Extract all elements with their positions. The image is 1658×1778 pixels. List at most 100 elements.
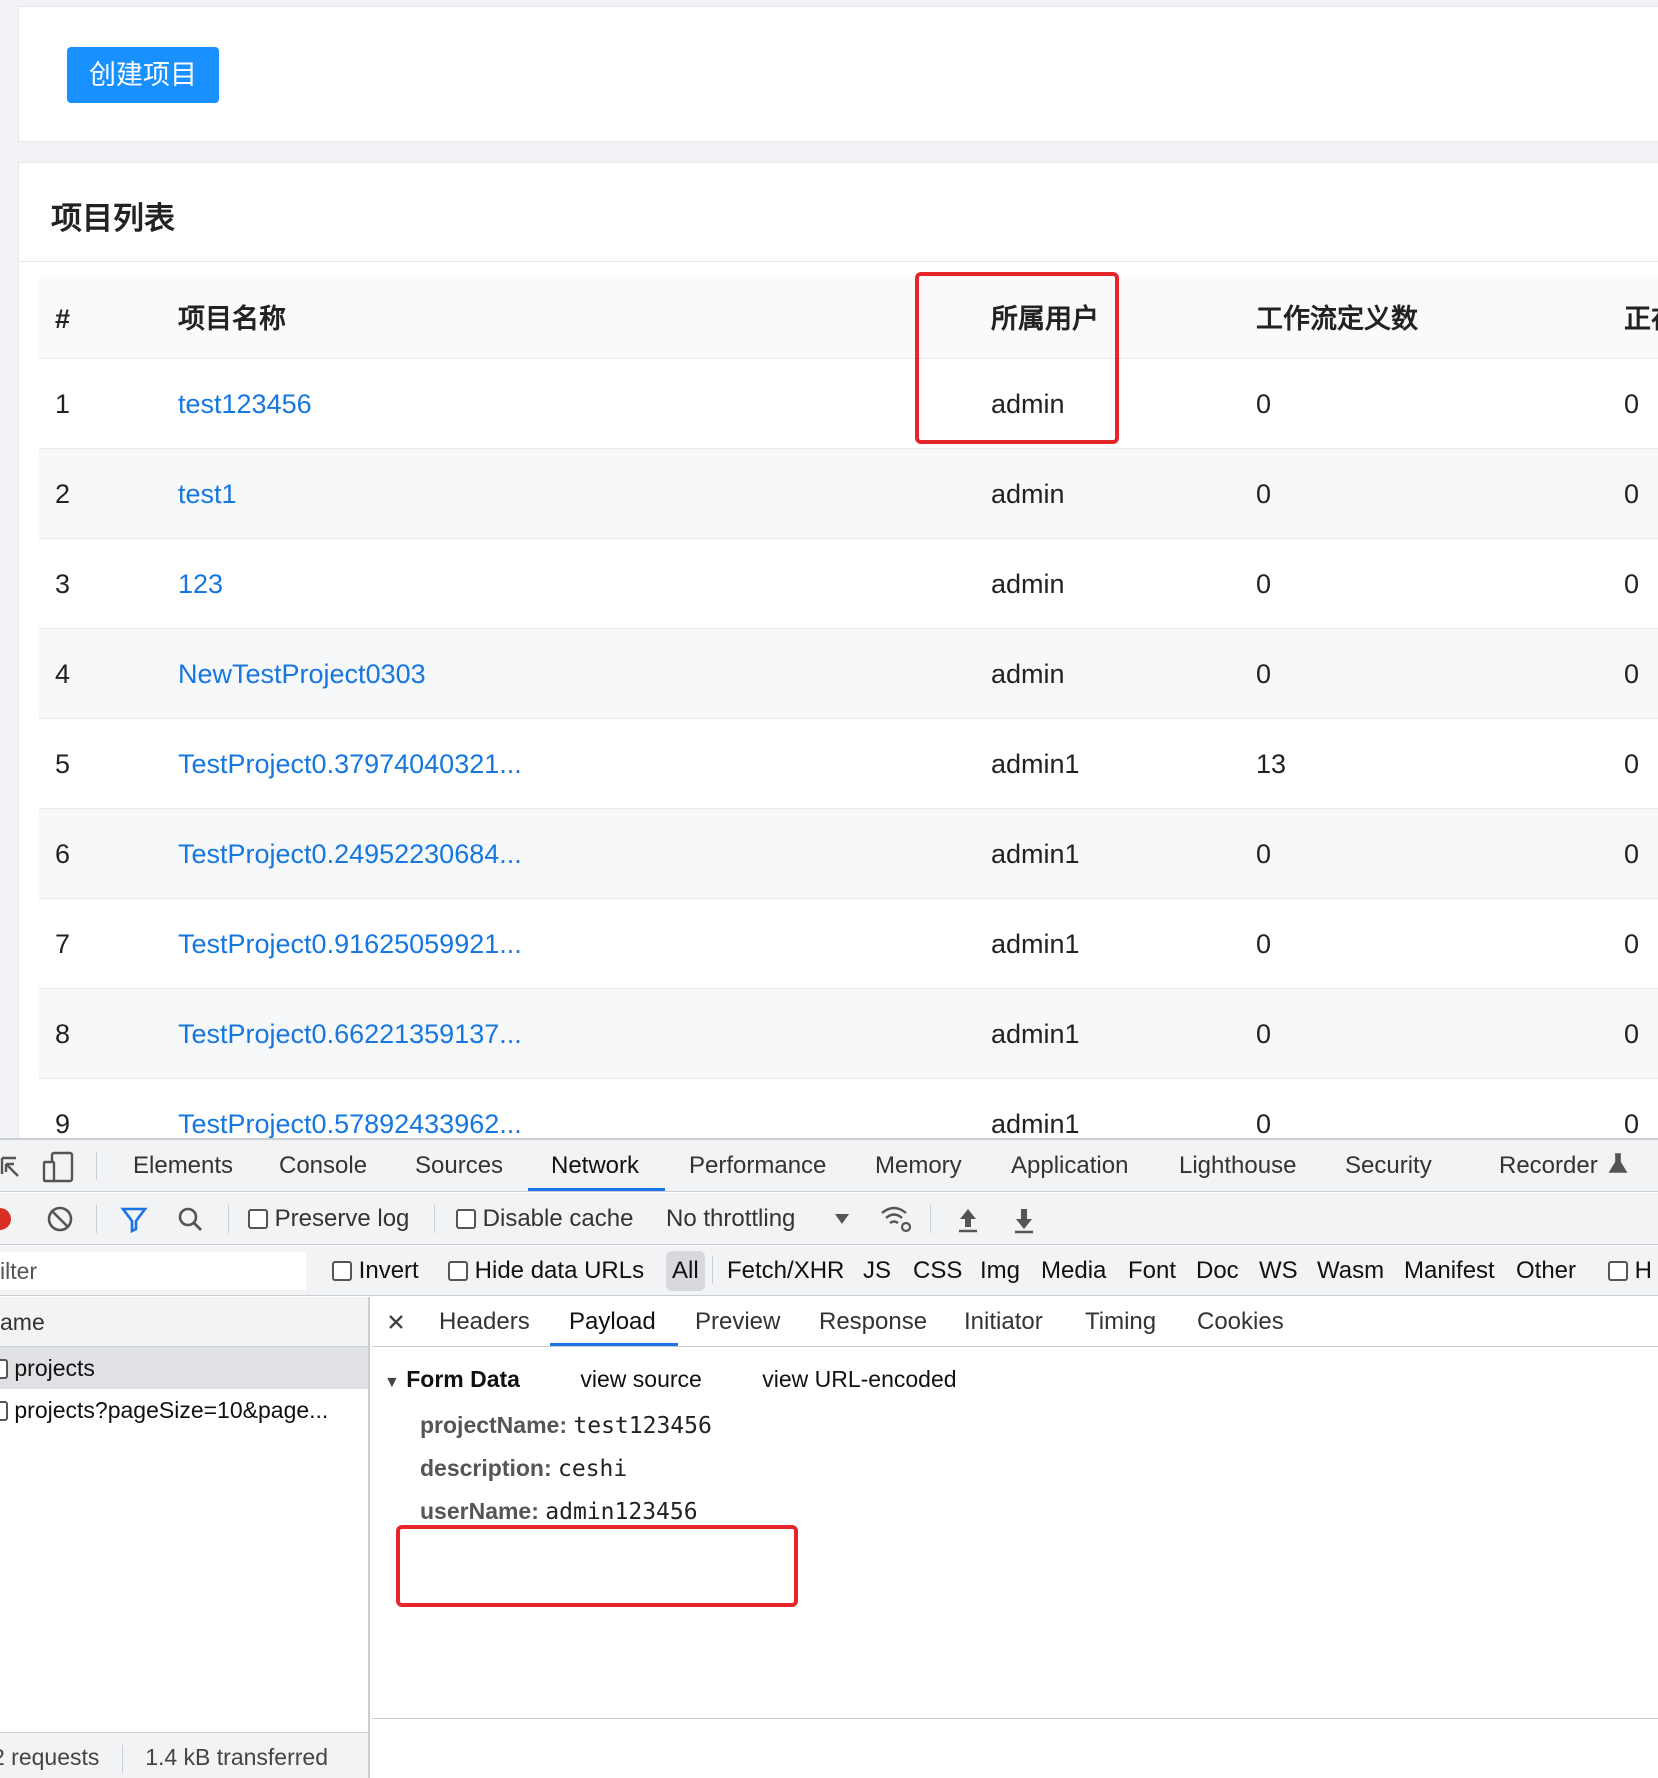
owner-user: admin1: [991, 749, 1080, 779]
filter-type-wasm[interactable]: Wasm: [1317, 1246, 1384, 1296]
running-count: 0: [1624, 479, 1640, 509]
devtools-panel: Elements Console Sources Network Perform…: [0, 1138, 1658, 1778]
view-url-encoded-link[interactable]: view URL-encoded: [762, 1366, 956, 1392]
tab-elements[interactable]: Elements: [133, 1140, 233, 1192]
owner-user: admin: [991, 479, 1065, 509]
invert-checkbox[interactable]: Invert: [332, 1246, 419, 1296]
tab-sources[interactable]: Sources: [415, 1140, 503, 1192]
network-toolbar: Preserve log Disable cache No throttling: [0, 1193, 1658, 1245]
tab-console[interactable]: Console: [279, 1140, 367, 1192]
workflow-count: 0: [1256, 659, 1272, 689]
toolbar-card: 创建项目: [18, 6, 1658, 142]
view-source-link[interactable]: view source: [580, 1366, 701, 1392]
row-index: 7: [55, 929, 71, 959]
filter-type-other[interactable]: Other: [1516, 1246, 1576, 1296]
form-data-section-header[interactable]: ▼ Form Data view source view URL-encoded: [384, 1359, 957, 1399]
request-row[interactable]: projects?pageSize=10&page...: [0, 1389, 368, 1431]
table-row: 9 TestProject0.57892433962... admin1 0 0: [39, 1079, 1658, 1138]
filter-icon[interactable]: [120, 1193, 148, 1245]
project-name-link[interactable]: TestProject0.24952230684...: [178, 809, 522, 899]
project-name-link[interactable]: test123456: [178, 359, 312, 449]
filter-type-media[interactable]: Media: [1041, 1246, 1106, 1296]
running-count: 0: [1624, 659, 1640, 689]
workflow-count: 0: [1256, 929, 1272, 959]
field-value: test123456: [573, 1413, 712, 1439]
project-name-link[interactable]: test1: [178, 449, 237, 539]
project-name-link[interactable]: TestProject0.37974040321...: [178, 719, 522, 809]
row-index: 1: [55, 389, 71, 419]
column-header-name[interactable]: ame: [0, 1297, 368, 1347]
project-name-link[interactable]: TestProject0.57892433962...: [178, 1079, 522, 1138]
filter-type-fetch-xhr[interactable]: Fetch/XHR: [727, 1246, 844, 1296]
filter-type-manifest[interactable]: Manifest: [1404, 1246, 1495, 1296]
table-row: 4 NewTestProject0303 admin 0 0: [39, 629, 1658, 719]
row-index: 2: [55, 479, 71, 509]
device-toolbar-icon[interactable]: [42, 1140, 76, 1192]
form-data-title: Form Data: [406, 1366, 520, 1392]
throttling-select[interactable]: No throttling: [666, 1193, 795, 1245]
flask-icon: [1608, 1140, 1628, 1192]
running-count: 0: [1624, 389, 1640, 419]
tab-preview[interactable]: Preview: [695, 1297, 780, 1347]
tab-timing[interactable]: Timing: [1085, 1297, 1156, 1347]
filter-input[interactable]: ilter: [0, 1252, 306, 1290]
project-name-link[interactable]: TestProject0.66221359137...: [178, 989, 522, 1079]
clear-icon[interactable]: [46, 1193, 74, 1245]
workflow-count: 13: [1256, 749, 1287, 779]
preserve-log-checkbox[interactable]: Preserve log: [248, 1193, 409, 1245]
tab-initiator[interactable]: Initiator: [964, 1297, 1043, 1347]
divider: [19, 261, 1658, 262]
export-har-icon[interactable]: [1010, 1193, 1038, 1245]
chevron-down-icon[interactable]: [832, 1193, 852, 1245]
table-row: 1 test123456 admin 0 0: [39, 359, 1658, 449]
filter-type-all[interactable]: All: [666, 1251, 705, 1291]
highlight-box-username: [396, 1525, 798, 1607]
tab-application[interactable]: Application: [1011, 1140, 1128, 1192]
hide-data-urls-checkbox[interactable]: Hide data URLs: [448, 1246, 644, 1296]
workflow-count: 0: [1256, 1019, 1272, 1049]
filter-type-font[interactable]: Font: [1128, 1246, 1176, 1296]
request-count: 2 requests: [0, 1744, 100, 1770]
project-name-link[interactable]: NewTestProject0303: [178, 629, 426, 719]
search-icon[interactable]: [176, 1193, 204, 1245]
running-count: 0: [1624, 929, 1640, 959]
close-icon[interactable]: [386, 1297, 406, 1347]
tab-network[interactable]: Network: [551, 1140, 639, 1192]
filter-type-js[interactable]: JS: [863, 1246, 891, 1296]
tab-recorder[interactable]: Recorder: [1499, 1140, 1598, 1192]
field-value: admin123456: [545, 1499, 698, 1525]
workflow-count: 0: [1256, 389, 1272, 419]
tab-performance[interactable]: Performance: [689, 1140, 826, 1192]
import-har-icon[interactable]: [954, 1193, 982, 1245]
table-row: 6 TestProject0.24952230684... admin1 0 0: [39, 809, 1658, 899]
network-conditions-icon[interactable]: [878, 1193, 914, 1245]
tab-headers[interactable]: Headers: [439, 1297, 530, 1347]
filter-type-css[interactable]: CSS: [913, 1246, 962, 1296]
tab-lighthouse[interactable]: Lighthouse: [1179, 1140, 1296, 1192]
running-count: 0: [1624, 569, 1640, 599]
field-key: projectName:: [420, 1412, 567, 1438]
workflow-count: 0: [1256, 839, 1272, 869]
row-index: 6: [55, 839, 71, 869]
project-name-link[interactable]: TestProject0.91625059921...: [178, 899, 522, 989]
request-row[interactable]: projects: [0, 1347, 368, 1389]
tab-memory[interactable]: Memory: [875, 1140, 962, 1192]
filter-type-doc[interactable]: Doc: [1196, 1246, 1239, 1296]
inspect-icon[interactable]: [0, 1140, 24, 1192]
project-name-link[interactable]: 123: [178, 539, 223, 629]
workflow-count: 0: [1256, 1109, 1272, 1138]
divider: [96, 1152, 97, 1180]
record-icon[interactable]: [0, 1193, 16, 1245]
filter-type-ws[interactable]: WS: [1259, 1246, 1298, 1296]
request-list-panel: ame projects projects?pageSize=10&page..…: [0, 1297, 370, 1778]
blocked-requests-checkbox[interactable]: H: [1608, 1246, 1652, 1296]
tab-security[interactable]: Security: [1345, 1140, 1432, 1192]
filter-type-img[interactable]: Img: [980, 1246, 1020, 1296]
tab-response[interactable]: Response: [819, 1297, 927, 1347]
tab-cookies[interactable]: Cookies: [1197, 1297, 1284, 1347]
disable-cache-checkbox[interactable]: Disable cache: [456, 1193, 633, 1245]
column-header-index: #: [55, 304, 71, 334]
table-row: 2 test1 admin 0 0: [39, 449, 1658, 539]
tab-payload[interactable]: Payload: [569, 1297, 656, 1347]
create-project-button[interactable]: 创建项目: [67, 47, 219, 103]
